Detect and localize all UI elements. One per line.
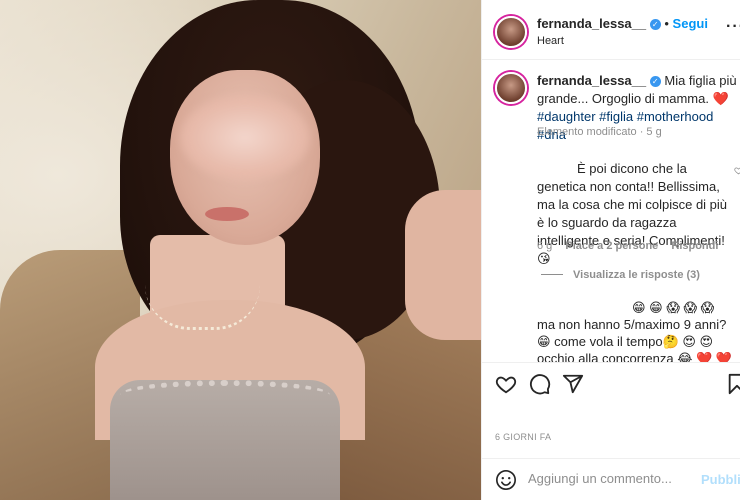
comment-likes[interactable]: Piace a 2 persone [565, 240, 658, 252]
separator-dot: • [664, 16, 673, 31]
photo-lace [120, 380, 330, 410]
photo-arm [405, 190, 481, 340]
comment-text-2: ma non hanno 5/maximo 9 anni? 😁 come vol… [537, 317, 732, 362]
post-date[interactable]: 6 GIORNI FA [495, 432, 551, 442]
caption-username[interactable]: fernanda_lessa__ [537, 73, 646, 88]
comment-like-heart-icon[interactable] [734, 166, 740, 175]
more-options-icon[interactable]: ··· [726, 18, 740, 36]
view-replies-label: Visualizza le risposte (3) [573, 269, 700, 281]
caption-meta: Elemento modificato · 5 g [537, 126, 662, 138]
header-user-line: fernanda_lessa__ ✓ • Segui [537, 16, 708, 31]
caption-heart-emoji: ❤️ [712, 91, 729, 106]
photo-lips [205, 207, 249, 221]
add-comment-bar: Pubblica [482, 458, 740, 500]
replies-line [541, 274, 563, 275]
comment-input[interactable] [528, 471, 688, 486]
heart-icon[interactable] [495, 373, 519, 397]
comment-meta: 6 g Piace a 2 persone Rispondi [537, 240, 728, 252]
share-icon[interactable] [562, 373, 586, 397]
comments-section: fernanda_lessa__ ✓ Mia figlia più grande… [482, 62, 740, 362]
comment-icon[interactable] [529, 373, 553, 397]
reply-button[interactable]: Rispondi [671, 240, 718, 252]
verified-icon: ✓ [649, 76, 661, 87]
author-avatar[interactable] [495, 16, 527, 48]
emoji-icon[interactable] [495, 469, 517, 491]
comment-emoji-line: 😁 😁 😱 😱 😱 [632, 300, 715, 315]
post-location[interactable]: Heart [537, 35, 564, 47]
publish-button[interactable]: Pubblica [701, 472, 740, 487]
post-header: fernanda_lessa__ ✓ • Segui Heart ··· [482, 0, 740, 60]
view-replies-button[interactable]: Visualizza le risposte (3) [541, 269, 700, 281]
post-actions-bar [482, 362, 740, 406]
post-side-panel: fernanda_lessa__ ✓ • Segui Heart ··· fer… [481, 0, 740, 500]
post-photo[interactable] [0, 0, 481, 500]
author-username[interactable]: fernanda_lessa__ [537, 16, 646, 31]
comment-age: 6 g [537, 240, 553, 252]
bookmark-icon[interactable] [726, 373, 740, 397]
photo-face-blur [180, 95, 310, 180]
caption-avatar[interactable] [495, 72, 527, 104]
follow-button[interactable]: Segui [673, 16, 708, 31]
verified-icon: ✓ [649, 19, 661, 30]
